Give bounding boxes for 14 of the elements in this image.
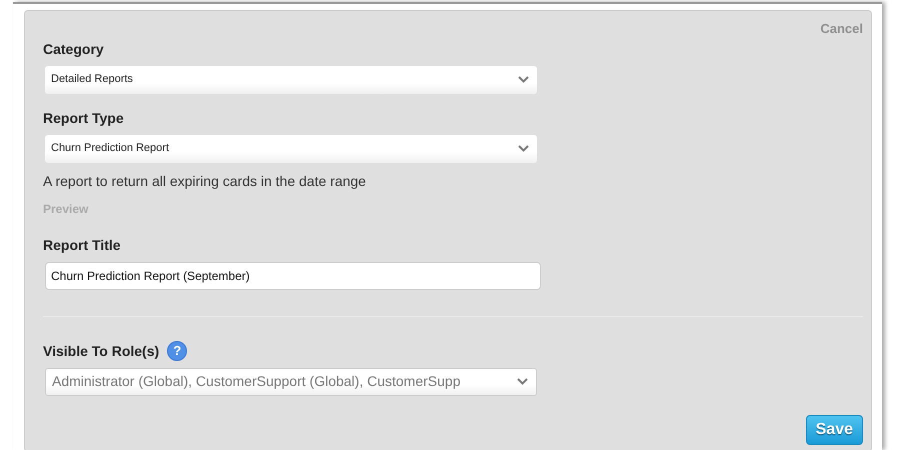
field-label: Report Title — [43, 236, 121, 255]
save-button[interactable]: Save — [806, 415, 863, 445]
chevron-icon — [518, 145, 529, 152]
chevron-icon — [518, 76, 529, 83]
dropdown[interactable]: Administrator (Global), CustomerSupport (Global), CustomerSupp — [45, 368, 537, 396]
text-field[interactable]: Churn Prediction Report (September) — [45, 262, 541, 290]
field-label: Report Type — [43, 108, 124, 128]
help-icon[interactable]: ? — [167, 341, 188, 361]
chevron-icon — [517, 378, 528, 385]
dropdown[interactable]: Churn Prediction Report — [45, 134, 537, 162]
field-label: Visible To Role(s) — [43, 342, 160, 361]
description-text: A report to return all expiring cards in the date range — [43, 172, 367, 191]
field-label: Category — [43, 40, 104, 59]
dropdown[interactable]: Detailed Reports — [45, 66, 537, 94]
